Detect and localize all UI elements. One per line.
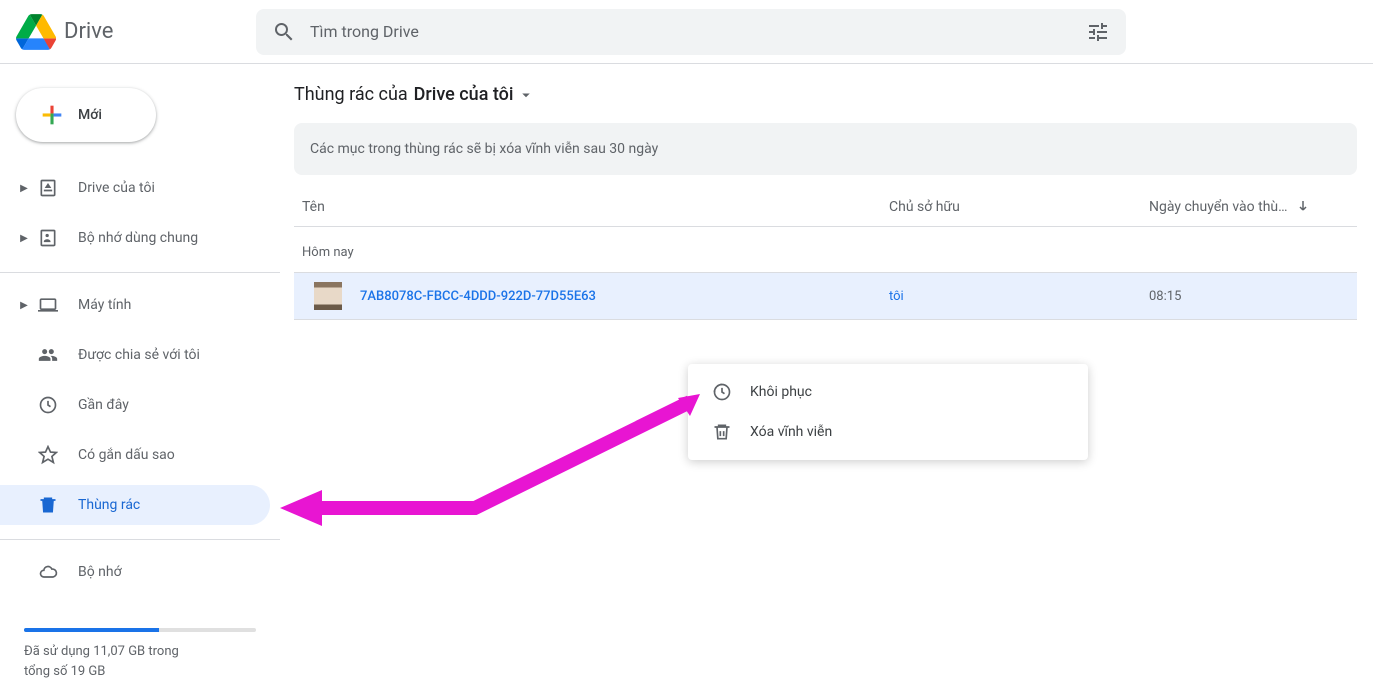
sidebar-item-my-drive[interactable]: ▶ Drive của tôi [0, 168, 270, 208]
sidebar-item-computers[interactable]: ▶ Máy tính [0, 285, 270, 325]
storage-fill [24, 628, 159, 632]
file-row[interactable]: 7AB8078C-FBCC-4DDD-922D-77D55E63 tôi 08:… [294, 272, 1357, 320]
sidebar-item-label: Gần đây [78, 397, 270, 413]
clock-icon [36, 393, 60, 417]
caret-down-icon [517, 86, 535, 104]
logo-area[interactable]: Drive [16, 12, 246, 52]
plus-icon [38, 101, 66, 129]
file-name: 7AB8078C-FBCC-4DDD-922D-77D55E63 [360, 289, 889, 304]
file-owner: tôi [889, 289, 1149, 304]
trash-icon [712, 422, 732, 442]
new-button-label: Mới [78, 107, 102, 123]
chevron-right-icon: ▶ [18, 233, 30, 244]
sidebar-item-label: Được chia sẻ với tôi [78, 347, 270, 363]
col-date-label: Ngày chuyển vào thù… [1149, 199, 1288, 215]
storage-section: Đã sử dụng 11,07 GB trong tổng số 19 GB [0, 628, 280, 691]
storage-text-1: Đã sử dụng 11,07 GB trong [24, 642, 256, 662]
context-menu: Khôi phục Xóa vĩnh viễn [688, 364, 1088, 460]
sidebar-item-label: Drive của tôi [78, 180, 270, 196]
new-button[interactable]: Mới [16, 88, 156, 142]
sidebar-item-label: Có gắn dấu sao [78, 447, 270, 463]
sidebar-item-label: Bộ nhớ dùng chung [78, 230, 270, 246]
col-owner[interactable]: Chủ sở hữu [889, 199, 1149, 215]
divider [0, 272, 280, 273]
file-date: 08:15 [1149, 289, 1349, 304]
column-headers: Tên Chủ sở hữu Ngày chuyển vào thù… [294, 187, 1357, 227]
page-title-prefix: Thùng rác của [294, 84, 408, 105]
divider [0, 539, 280, 540]
trash-icon [36, 493, 60, 517]
sidebar-item-label: Thùng rác [78, 497, 270, 513]
storage-text-2: tổng số 19 GB [24, 662, 256, 682]
drive-logo-icon [16, 12, 56, 52]
restore-icon [712, 382, 732, 402]
app-header: Drive Tìm trong Drive [0, 0, 1373, 64]
sidebar-item-recent[interactable]: Gần đây [0, 385, 270, 425]
cloud-icon [36, 560, 60, 584]
page-title-row: Thùng rác của Drive của tôi [294, 84, 1373, 105]
star-icon [36, 443, 60, 467]
ctx-restore-label: Khôi phục [750, 384, 812, 400]
sidebar-item-trash[interactable]: Thùng rác [0, 485, 270, 525]
sidebar-item-starred[interactable]: Có gắn dấu sao [0, 435, 270, 475]
search-bar[interactable]: Tìm trong Drive [256, 9, 1126, 55]
search-icon [272, 20, 296, 44]
chevron-right-icon: ▶ [18, 183, 30, 194]
computer-icon [36, 293, 60, 317]
sidebar-item-label: Máy tính [78, 297, 270, 313]
search-placeholder: Tìm trong Drive [310, 22, 1086, 41]
arrow-down-icon [1294, 198, 1312, 216]
sidebar-item-shared-with-me[interactable]: Được chia sẻ với tôi [0, 335, 270, 375]
shared-drive-icon [36, 226, 60, 250]
storage-bar [24, 628, 256, 632]
drive-icon [36, 176, 60, 200]
chevron-right-icon: ▶ [18, 300, 30, 311]
col-date[interactable]: Ngày chuyển vào thù… [1149, 198, 1349, 216]
scope-label: Drive của tôi [414, 84, 514, 105]
people-icon [36, 343, 60, 367]
info-banner: Các mục trong thùng rác sẽ bị xóa vĩnh v… [294, 123, 1357, 175]
col-name[interactable]: Tên [302, 199, 889, 215]
ctx-delete-label: Xóa vĩnh viễn [750, 424, 832, 440]
sidebar-item-shared-drive[interactable]: ▶ Bộ nhớ dùng chung [0, 218, 270, 258]
sidebar: Mới ▶ Drive của tôi ▶ Bộ nhớ dùng chung … [0, 64, 280, 691]
ctx-restore[interactable]: Khôi phục [688, 372, 1088, 412]
scope-dropdown[interactable]: Drive của tôi [414, 84, 536, 105]
sidebar-item-label: Bộ nhớ [78, 564, 270, 580]
sidebar-item-storage[interactable]: Bộ nhớ [0, 552, 270, 592]
ctx-delete-forever[interactable]: Xóa vĩnh viễn [688, 412, 1088, 452]
group-header-today: Hôm nay [294, 227, 1373, 272]
tune-icon[interactable] [1086, 20, 1110, 44]
file-thumbnail [314, 282, 342, 310]
app-name: Drive [64, 19, 113, 44]
